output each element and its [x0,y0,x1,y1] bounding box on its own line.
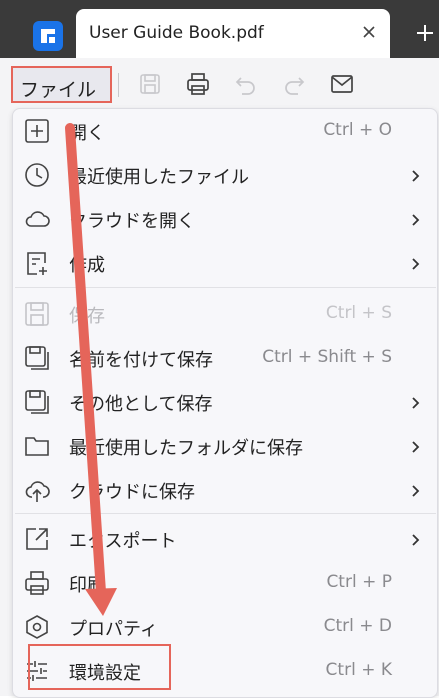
menu-item-shortcut: Ctrl + P [326,572,392,592]
save-as-other-icon [23,388,51,416]
menu-item-save-as-other[interactable]: その他として保存 [13,380,437,424]
menu-item-save-to-cloud[interactable]: クラウドに保存 [13,468,437,512]
menu-item-label: 最近使用したフォルダに保存 [69,438,303,459]
menu-item-label: 印刷 [69,575,105,596]
annotation-highlight-box [28,644,171,690]
menu-item-export[interactable]: エクスポート [13,517,437,561]
menu-item-shortcut: Ctrl + K [325,660,392,680]
menu-divider [15,513,436,514]
tab-bar: User Guide Book.pdf [0,0,439,58]
app-logo-icon [33,21,63,51]
menu-item-label: クラウドを開く [69,211,195,232]
menu-item-save[interactable]: 保存 Ctrl + S [13,292,437,336]
menu-item-shortcut: Ctrl + Shift + S [262,347,392,367]
menu-item-label: 最近使用したファイル [69,167,249,188]
menu-item-open[interactable]: 開く Ctrl + O [13,109,437,153]
chevron-right-icon [410,439,420,453]
menu-item-label: 作成 [69,255,105,276]
menu-item-label: プロパティ [69,619,158,640]
menu-item-save-recent-folder[interactable]: 最近使用したフォルダに保存 [13,424,437,468]
toolbar: ファイル [0,58,439,110]
chevron-right-icon [410,212,420,226]
properties-icon [23,613,51,641]
menu-item-recent-files[interactable]: 最近使用したファイル [13,153,437,197]
menu-item-label: 名前を付けて保存 [69,350,213,371]
open-icon [23,117,51,145]
menu-item-label: クラウドに保存 [69,482,195,503]
menu-item-label: その他として保存 [69,394,213,415]
menu-item-shortcut: Ctrl + S [325,303,392,323]
chevron-right-icon [410,483,420,497]
chevron-right-icon [410,395,420,409]
menu-item-create[interactable]: 作成 [13,241,437,285]
file-dropdown-menu: 開く Ctrl + O 最近使用したファイル クラウドを開く 作成 保存 Ctr… [12,108,438,698]
cloud-upload-icon [23,476,51,504]
export-icon [23,525,51,553]
file-menu-label: ファイル [20,79,97,101]
document-tab[interactable]: User Guide Book.pdf [76,9,390,58]
file-menu-button[interactable]: ファイル [11,66,112,103]
chevron-right-icon [410,168,420,182]
undo-icon[interactable] [233,71,259,97]
menu-item-open-cloud[interactable]: クラウドを開く [13,197,437,241]
tab-title: User Guide Book.pdf [89,23,264,43]
folder-icon [23,432,51,460]
save-icon[interactable] [137,71,163,97]
menu-item-print[interactable]: 印刷 Ctrl + P [13,561,437,605]
menu-item-label: 保存 [69,306,105,327]
menu-divider [15,287,436,288]
chevron-right-icon [410,256,420,270]
redo-icon[interactable] [281,71,307,97]
menu-item-shortcut: Ctrl + O [323,120,392,140]
save-as-icon [23,344,51,372]
menu-item-label: 開く [69,123,105,144]
menu-item-label: エクスポート [69,531,177,552]
print-icon[interactable] [185,71,211,97]
save-icon [23,300,51,328]
chevron-right-icon [410,532,420,546]
cloud-icon [23,205,51,233]
clock-icon [23,161,51,189]
toolbar-divider [118,73,119,97]
close-icon[interactable] [360,23,378,41]
plus-icon[interactable] [414,22,436,44]
menu-item-properties[interactable]: プロパティ Ctrl + D [13,605,437,649]
new-document-icon [23,249,51,277]
menu-item-shortcut: Ctrl + D [323,616,392,636]
menu-item-save-as[interactable]: 名前を付けて保存 Ctrl + Shift + S [13,336,437,380]
mail-icon[interactable] [329,71,355,97]
print-icon [23,569,51,597]
